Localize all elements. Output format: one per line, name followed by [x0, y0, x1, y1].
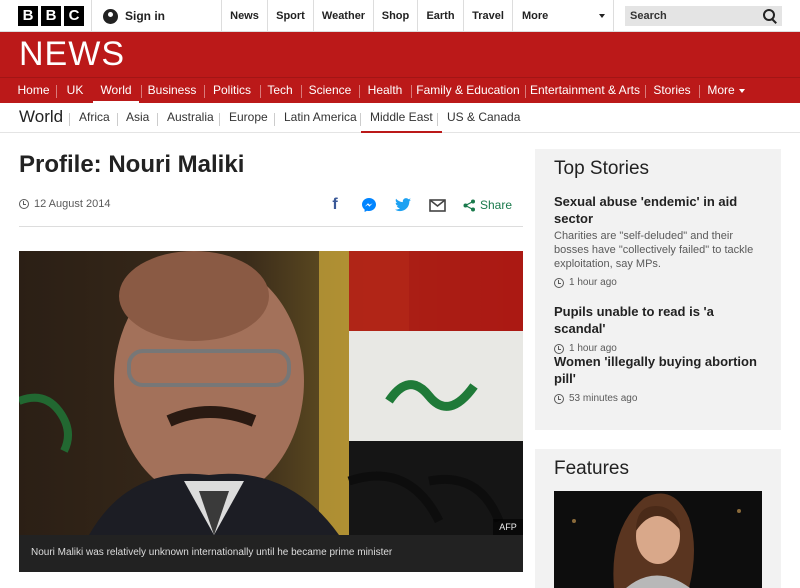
top-stories-heading: Top Stories: [554, 158, 650, 179]
image-credit: AFP: [493, 519, 523, 535]
subnav-africa[interactable]: Africa: [79, 110, 110, 133]
nav-more-button[interactable]: More: [701, 78, 751, 104]
divider: [525, 85, 526, 98]
bbc-logo[interactable]: B B C: [18, 6, 84, 26]
nav-uk[interactable]: UK: [58, 78, 92, 104]
nav-family-education[interactable]: Family & Education: [413, 78, 523, 104]
section-nav: Home UK World Business Politics Tech Sci…: [0, 77, 800, 104]
divider: [91, 0, 92, 32]
divider: [157, 113, 158, 126]
nav-politics[interactable]: Politics: [206, 78, 258, 104]
chevron-down-icon: [738, 89, 745, 93]
nav-stories[interactable]: Stories: [647, 78, 697, 104]
story-timestamp: 53 minutes ago: [554, 393, 766, 404]
share-label: Share: [480, 198, 513, 212]
divider: [141, 85, 142, 98]
nav-home[interactable]: Home: [12, 78, 55, 104]
divider: [437, 113, 438, 126]
date-label: 12 August 2014: [34, 198, 111, 210]
sign-in-button[interactable]: Sign in: [103, 0, 165, 32]
global-header: B B C Sign in News Sport Weather Shop Ea…: [0, 0, 800, 32]
divider: [411, 85, 412, 98]
bbc-logo-letter: B: [41, 6, 61, 26]
topnav-weather[interactable]: Weather: [314, 0, 373, 32]
divider: [117, 113, 118, 126]
clock-icon: [554, 393, 564, 404]
story-item[interactable]: Sexual abuse 'endemic' in aid sector Cha…: [554, 193, 766, 288]
nav-entertainment-arts[interactable]: Entertainment & Arts: [527, 78, 643, 104]
twitter-icon[interactable]: [394, 196, 412, 214]
divider: [274, 113, 275, 126]
story-title[interactable]: Pupils unable to read is 'a scandal': [554, 303, 766, 337]
image-caption: Nouri Maliki was relatively unknown inte…: [19, 535, 523, 572]
divider: [69, 113, 70, 126]
time-label: 1 hour ago: [569, 277, 617, 288]
features-heading: Features: [554, 458, 629, 479]
features-panel: Features: [535, 449, 781, 588]
news-logo[interactable]: NEWS: [19, 35, 125, 74]
clock-icon: [19, 199, 29, 209]
nav-tech[interactable]: Tech: [262, 78, 298, 104]
subnav-us-canada[interactable]: US & Canada: [447, 110, 520, 133]
story-title[interactable]: Sexual abuse 'endemic' in aid sector: [554, 193, 766, 227]
top-stories-panel: Top Stories Sexual abuse 'endemic' in ai…: [535, 149, 781, 430]
story-item[interactable]: Pupils unable to read is 'a scandal' 1 h…: [554, 303, 766, 354]
story-title[interactable]: Women 'illegally buying abortion pill': [554, 353, 766, 387]
divider: [260, 85, 261, 98]
topnav-more-button[interactable]: More: [513, 0, 613, 32]
clock-icon: [554, 277, 564, 288]
divider: [219, 113, 220, 126]
world-subnav: World Africa Asia Australia Europe Latin…: [0, 103, 800, 133]
more-label: More: [522, 10, 549, 22]
divider: [645, 85, 646, 98]
nav-more-label: More: [707, 83, 735, 97]
subnav-europe[interactable]: Europe: [229, 110, 268, 133]
divider: [19, 226, 523, 227]
bbc-logo-letter: C: [64, 6, 84, 26]
divider: [699, 85, 700, 98]
nav-world[interactable]: World: [93, 78, 139, 104]
subnav-middle-east[interactable]: Middle East: [361, 110, 442, 133]
article-headline: Profile: Nouri Maliki: [19, 151, 245, 178]
share-button[interactable]: Share: [463, 198, 512, 212]
time-label: 53 minutes ago: [569, 393, 638, 404]
topnav-earth[interactable]: Earth: [418, 0, 463, 32]
story-timestamp: 1 hour ago: [554, 277, 766, 288]
messenger-icon[interactable]: [360, 196, 378, 214]
article-date: 12 August 2014: [19, 198, 110, 210]
subnav-latin-america[interactable]: Latin America: [284, 110, 357, 133]
feature-image[interactable]: [554, 491, 762, 588]
divider: [301, 85, 302, 98]
divider: [56, 85, 57, 98]
nav-science[interactable]: Science: [303, 78, 357, 104]
divider: [613, 0, 614, 32]
story-item[interactable]: Women 'illegally buying abortion pill' 5…: [554, 353, 766, 404]
article-photo: [19, 251, 523, 535]
divider: [204, 85, 205, 98]
clock-icon: [554, 343, 564, 354]
story-summary: Charities are "self-deluded" and their b…: [554, 230, 754, 270]
search-placeholder: Search: [630, 10, 667, 22]
facebook-icon[interactable]: f: [326, 196, 344, 214]
nav-health[interactable]: Health: [361, 78, 409, 104]
topnav-travel[interactable]: Travel: [464, 0, 512, 32]
account-icon: [103, 8, 118, 24]
news-banner: NEWS Home UK World Business Politics Tec…: [0, 32, 800, 104]
share-icon: [463, 199, 475, 211]
nav-business[interactable]: Business: [143, 78, 201, 104]
topnav-sport[interactable]: Sport: [268, 0, 313, 32]
section-title[interactable]: World: [19, 107, 63, 127]
bbc-logo-letter: B: [18, 6, 38, 26]
subnav-australia[interactable]: Australia: [167, 110, 214, 133]
sign-in-label: Sign in: [125, 9, 165, 23]
email-icon[interactable]: [428, 196, 446, 214]
topnav-shop[interactable]: Shop: [374, 0, 417, 32]
topnav-news[interactable]: News: [222, 0, 267, 32]
subnav-asia[interactable]: Asia: [126, 110, 149, 133]
chevron-down-icon: [599, 14, 605, 18]
search-input[interactable]: Search: [625, 6, 782, 26]
divider: [359, 85, 360, 98]
search-icon[interactable]: [763, 9, 777, 23]
